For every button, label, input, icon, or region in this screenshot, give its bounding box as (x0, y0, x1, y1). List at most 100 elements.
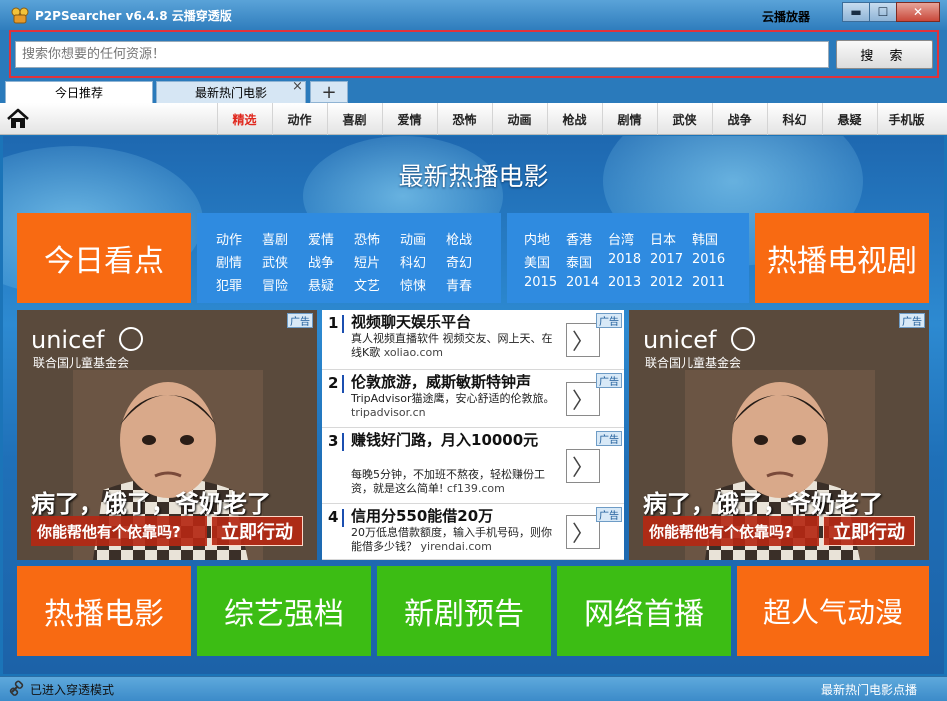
text-ad-item[interactable]: 3 赚钱好门路，月入10000元 每晚5分钟，不加班不熬夜，轻松赚份工资，就是这么简… (322, 428, 624, 504)
tile-today-highlights[interactable]: 今日看点 (17, 213, 191, 303)
region-year-link[interactable]: 2016 (692, 252, 725, 267)
text-ad-divider (342, 509, 344, 527)
genre-link[interactable]: 恐怖 (354, 229, 380, 248)
unicef-org-name: 联合国儿童基金会 (33, 356, 130, 370)
nav-item[interactable]: 爱情 (382, 103, 436, 135)
tile-web-premiere[interactable]: 网络首播 (557, 566, 731, 656)
ad-headline: 病了，饿了，爷奶老了 (643, 490, 883, 518)
nav-item[interactable]: 武侠 (657, 103, 711, 135)
text-ad-title[interactable]: 伦敦旅游，威斯敏斯特钟声 (351, 373, 583, 392)
nav-item[interactable]: 悬疑 (822, 103, 876, 135)
nav-item[interactable]: 恐怖 (437, 103, 491, 135)
region-year-link[interactable]: 内地 (524, 229, 550, 248)
text-ad-url[interactable]: xoliao.com (384, 346, 443, 359)
text-ad-description: 20万低息借款额度，输入手机号码，则你能借多少钱？ yirendai.com (351, 526, 561, 554)
genre-link[interactable]: 动作 (216, 229, 242, 248)
text-ad-url[interactable]: tripadvisor.cn (351, 406, 426, 419)
region-year-link[interactable]: 2011 (692, 275, 725, 290)
search-button[interactable]: 搜 索 (836, 40, 933, 69)
tile-new-drama-preview[interactable]: 新剧预告 (377, 566, 551, 656)
arrow-right-icon[interactable]: 〉 (566, 515, 600, 549)
genre-link[interactable]: 奇幻 (446, 252, 472, 271)
ad-action-button[interactable]: 立即行动 (823, 516, 915, 546)
region-year-link[interactable]: 2013 (608, 275, 641, 290)
region-year-link[interactable]: 香港 (566, 229, 592, 248)
tab-latest-hot-movies[interactable]: 最新热门电影 (156, 81, 306, 103)
nav-item[interactable]: 科幻 (767, 103, 821, 135)
text-ad-item[interactable]: 4 信用分550能借20万 20万低息借款额度，输入手机号码，则你能借多少钱？ yi… (322, 504, 624, 560)
nav-item[interactable]: 手机版 (877, 103, 935, 135)
nav-item[interactable]: 剧情 (602, 103, 656, 135)
arrow-right-icon[interactable]: 〉 (566, 449, 600, 483)
maximize-button[interactable]: ☐ (869, 2, 897, 22)
genre-link[interactable]: 青春 (446, 275, 472, 294)
arrow-right-icon[interactable]: 〉 (566, 382, 600, 416)
genre-link[interactable]: 战争 (308, 252, 334, 271)
unicef-logo-text: unicef (31, 326, 105, 354)
text-ad-title[interactable]: 视频聊天娱乐平台 (351, 313, 583, 332)
genre-link[interactable]: 惊悚 (400, 275, 426, 294)
tile-popular-anime[interactable]: 超人气动漫 (737, 566, 929, 656)
genre-link[interactable]: 喜剧 (262, 229, 288, 248)
nav-item[interactable]: 喜剧 (327, 103, 381, 135)
genre-link[interactable]: 动画 (400, 229, 426, 248)
text-ad-title[interactable]: 赚钱好门路，月入10000元 (351, 431, 583, 450)
tile-hot-movies[interactable]: 热播电影 (17, 566, 191, 656)
region-year-link[interactable]: 泰国 (566, 252, 592, 271)
ad-action-button[interactable]: 立即行动 (211, 516, 303, 546)
genre-link[interactable]: 短片 (354, 252, 380, 271)
genre-link[interactable]: 文艺 (354, 275, 380, 294)
home-icon[interactable] (6, 108, 30, 130)
tile-hot-tv-series[interactable]: 热播电视剧 (755, 213, 929, 303)
maximize-icon: ☐ (877, 5, 889, 19)
text-ad-item[interactable]: 1 视频聊天娱乐平台 真人视频直播软件 视频交友、网上天、在线K歌 xoliao.c… (322, 310, 624, 370)
region-year-link[interactable]: 台湾 (608, 229, 634, 248)
genre-link[interactable]: 武侠 (262, 252, 288, 271)
region-year-link[interactable]: 日本 (650, 229, 676, 248)
ad-headline: 病了，饿了，爷奶老了 (31, 490, 271, 518)
nav-item[interactable]: 枪战 (547, 103, 601, 135)
unicef-ad-right[interactable]: unicef 联合国儿童基金会 广告 病了，饿了，爷奶老了 你能帮他有个依靠吗?… (629, 310, 929, 560)
region-year-link[interactable]: 2015 (524, 275, 557, 290)
nav-item[interactable]: 动画 (492, 103, 546, 135)
genre-link[interactable]: 科幻 (400, 252, 426, 271)
status-right-link[interactable]: 最新热门电影点播 (821, 681, 917, 698)
cloud-player-link[interactable]: 云播放器 (762, 8, 810, 25)
region-year-link[interactable]: 2017 (650, 252, 683, 267)
app-icon (11, 7, 29, 24)
close-button[interactable]: ✕ (896, 2, 940, 22)
arrow-right-icon[interactable]: 〉 (566, 323, 600, 357)
genre-link[interactable]: 悬疑 (308, 275, 334, 294)
nav-item[interactable]: 战争 (712, 103, 766, 135)
tile-variety-shows[interactable]: 综艺强档 (197, 566, 371, 656)
close-icon: ✕ (912, 5, 924, 19)
nav-item[interactable]: 动作 (272, 103, 326, 135)
text-ad-url[interactable]: cf139.com (447, 482, 505, 495)
region-year-link[interactable]: 2014 (566, 275, 599, 290)
search-input[interactable] (15, 41, 829, 68)
tab-today-recommend[interactable]: 今日推荐 (5, 81, 153, 103)
text-ad-title[interactable]: 信用分550能借20万 (351, 507, 583, 526)
genre-link[interactable]: 犯罪 (216, 275, 242, 294)
text-ad-url[interactable]: yirendai.com (421, 540, 492, 553)
genre-link[interactable]: 枪战 (446, 229, 472, 248)
ad-question: 你能帮他有个依靠吗? (643, 516, 819, 546)
region-year-link[interactable]: 美国 (524, 252, 550, 271)
region-year-link[interactable]: 韩国 (692, 229, 718, 248)
text-ad-item[interactable]: 2 伦敦旅游，威斯敏斯特钟声 TripAdvisor猫途鹰，安心舒适的伦敦旅。 tr… (322, 370, 624, 428)
region-year-link[interactable]: 2012 (650, 275, 683, 290)
unicef-logo-text: unicef (643, 326, 717, 354)
ad-tag: 广告 (287, 313, 313, 328)
unicef-ad-left[interactable]: unicef 联合国儿童基金会 广告 病了，饿了，爷奶老了 你能帮他有个依靠吗?… (17, 310, 317, 560)
nav-item[interactable]: 精选 (217, 103, 271, 135)
new-tab-button[interactable]: + (310, 81, 348, 103)
minimize-button[interactable]: ▬ (842, 2, 870, 22)
genre-link[interactable]: 爱情 (308, 229, 334, 248)
genre-link[interactable]: 冒险 (262, 275, 288, 294)
tab-close-icon[interactable]: × (292, 80, 303, 93)
ad-question: 你能帮他有个依靠吗? (31, 516, 207, 546)
genre-link[interactable]: 剧情 (216, 252, 242, 271)
region-year-link[interactable]: 2018 (608, 252, 641, 267)
minimize-icon: ▬ (850, 5, 862, 19)
ad-tag: 广告 (899, 313, 925, 328)
